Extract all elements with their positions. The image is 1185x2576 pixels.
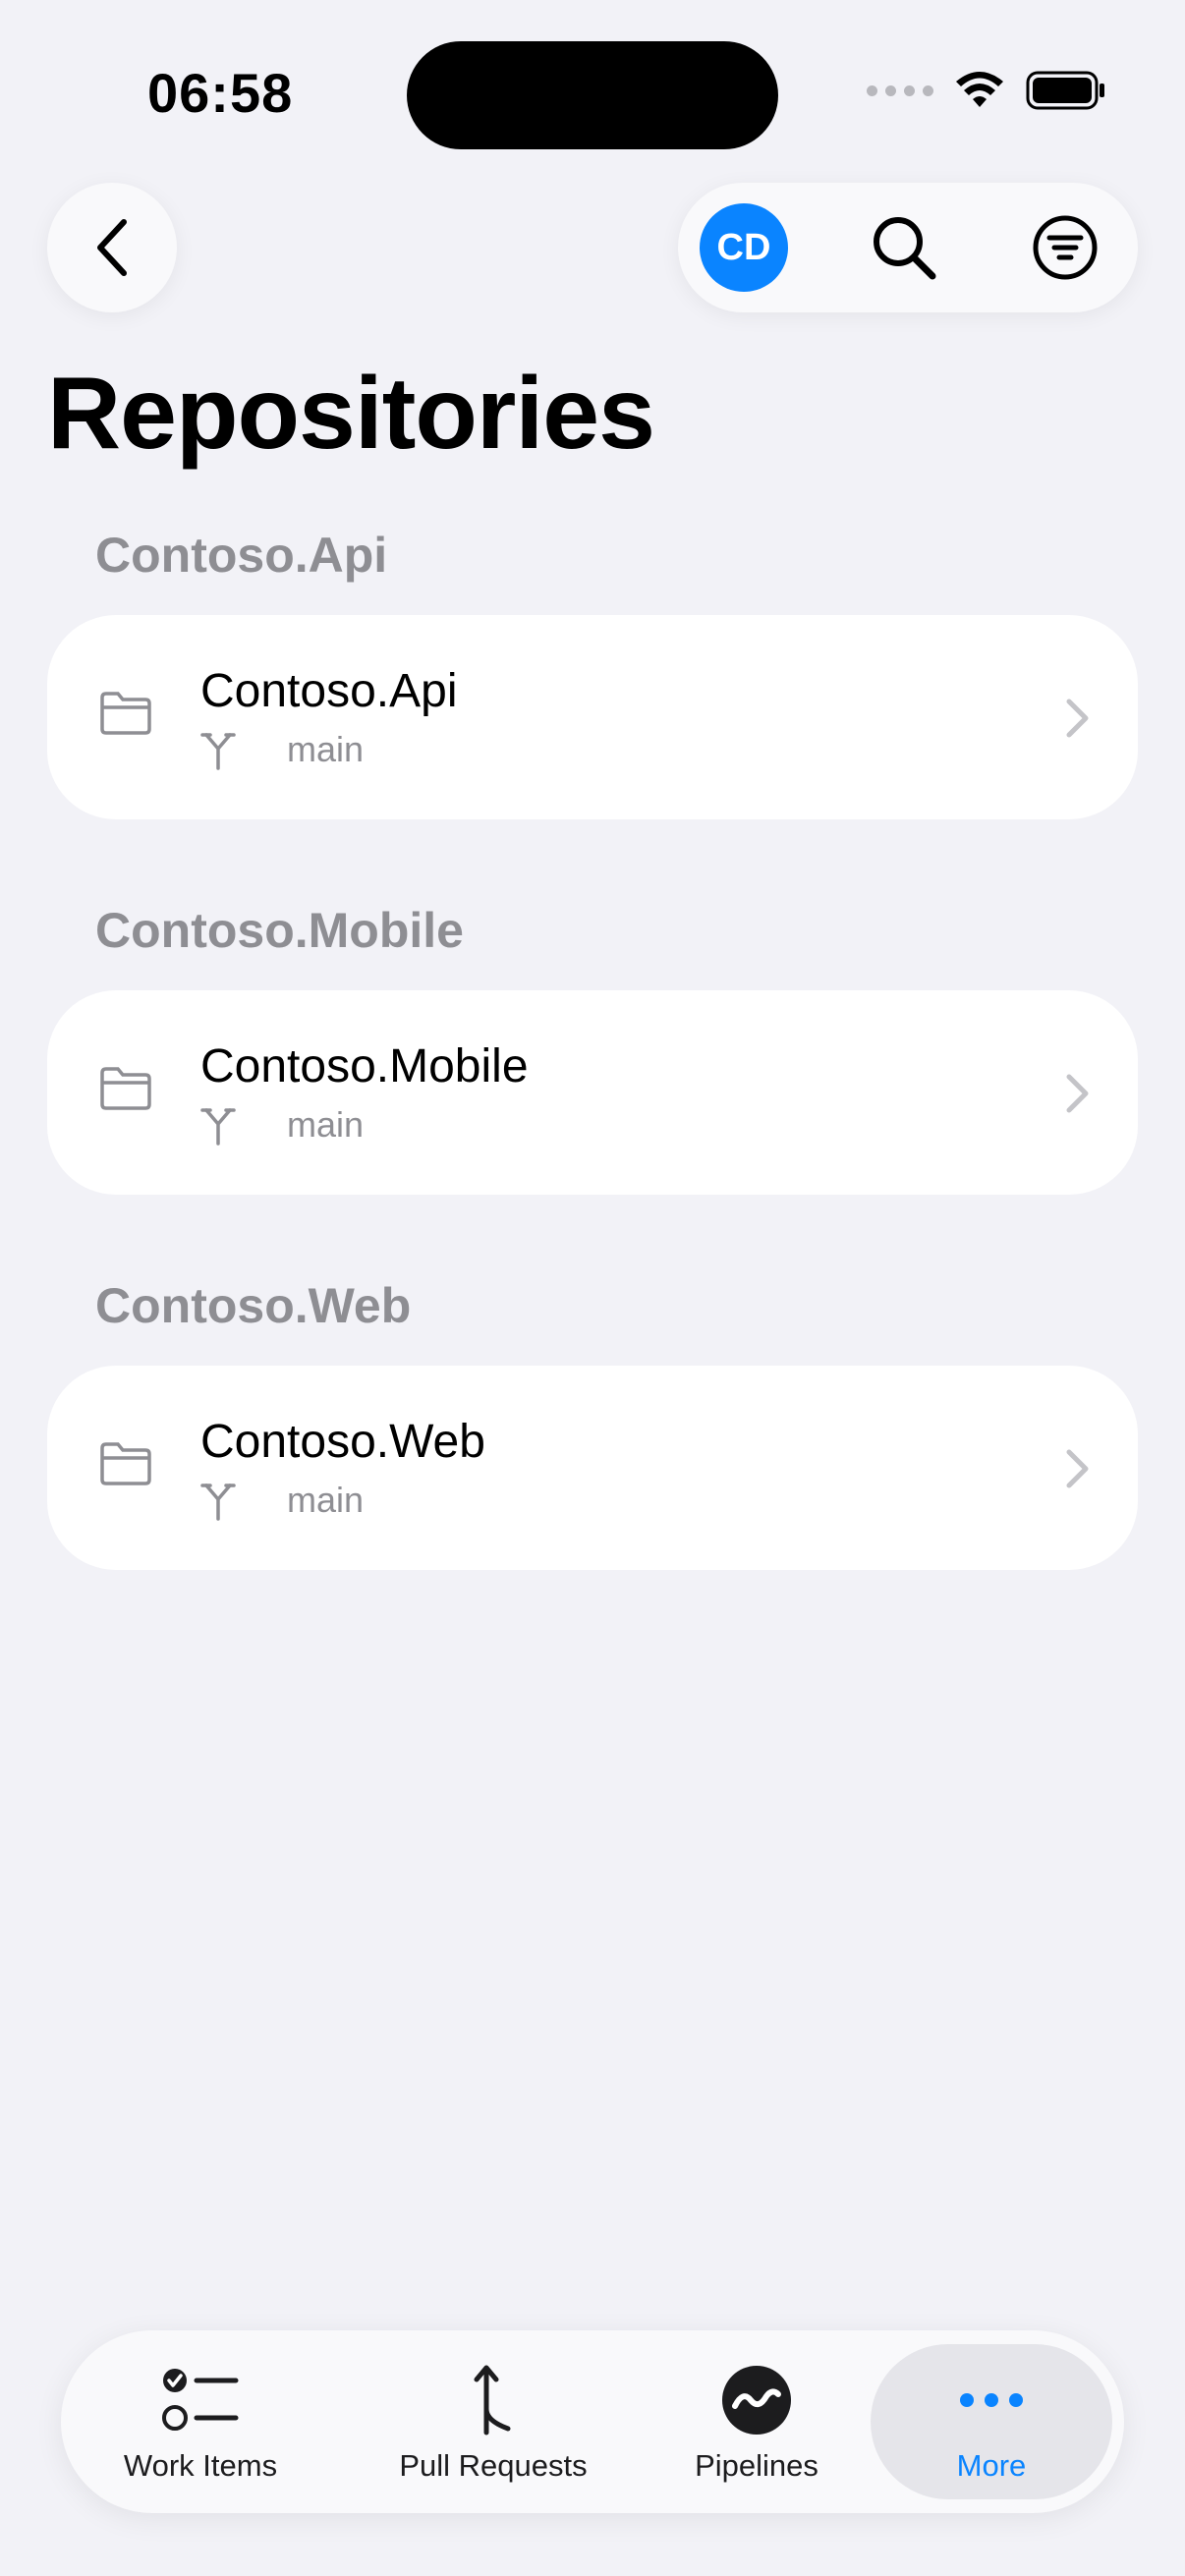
avatar[interactable]: CD [700, 203, 788, 292]
branch-icon [200, 1108, 236, 1146]
branch-name: main [287, 1104, 365, 1145]
branch-name: main [287, 729, 365, 769]
page-title: Repositories [47, 357, 655, 471]
pipelines-icon [722, 2366, 791, 2435]
repo-row[interactable]: Contoso.Web main [47, 1366, 1138, 1570]
back-button[interactable] [47, 183, 177, 312]
screen: 06:58 CD Repositories Contoso.Api Contos… [0, 0, 1185, 2576]
repo-row[interactable]: Contoso.Mobile main [47, 990, 1138, 1195]
tab-more[interactable]: More [871, 2330, 1112, 2513]
tab-work-items[interactable]: Work Items [122, 2330, 279, 2513]
tab-pull-requests[interactable]: Pull Requests [385, 2330, 601, 2513]
branch-name: main [287, 1480, 365, 1520]
checklist-icon [162, 2369, 239, 2431]
folder-icon [100, 692, 151, 735]
tab-label: Pull Requests [399, 2448, 588, 2483]
chevron-left-icon [97, 219, 127, 276]
section-header: Contoso.Web [95, 1278, 412, 1333]
tab-bar: Work Items Pull Requests Pipelines More [61, 2330, 1124, 2513]
chevron-right-icon [1066, 1074, 1089, 1113]
repo-name: Contoso.Web [200, 1416, 485, 1468]
repo-name: Contoso.Api [200, 665, 458, 717]
section-header: Contoso.Api [95, 528, 388, 583]
repo-row[interactable]: Contoso.Api main [47, 615, 1138, 819]
chevron-right-icon [1066, 1449, 1089, 1488]
filter-button[interactable] [1026, 208, 1104, 287]
battery-icon [1026, 71, 1104, 110]
branch-icon [200, 733, 236, 770]
wifi-icon [956, 72, 1003, 107]
filter-icon [1033, 215, 1098, 280]
tab-pipelines[interactable]: Pipelines [684, 2330, 829, 2513]
dynamic-island [407, 41, 778, 149]
more-icon [960, 2393, 1023, 2407]
repo-name: Contoso.Mobile [200, 1040, 529, 1092]
cellular-signal-icon [867, 84, 933, 96]
folder-icon [100, 1442, 151, 1485]
pull-request-icon [474, 2365, 511, 2436]
status-icons [867, 71, 1106, 110]
tab-label: Pipelines [695, 2448, 818, 2483]
branch-icon [200, 1484, 236, 1521]
folder-icon [100, 1067, 151, 1110]
tab-label: More [956, 2448, 1027, 2483]
chevron-right-icon [1066, 699, 1089, 738]
search-icon [874, 217, 936, 280]
tab-label: Work Items [123, 2448, 278, 2483]
nav-actions: CD [678, 183, 1138, 312]
section-header: Contoso.Mobile [95, 903, 464, 958]
search-button[interactable] [865, 208, 943, 287]
status-time: 06:58 [147, 62, 294, 124]
